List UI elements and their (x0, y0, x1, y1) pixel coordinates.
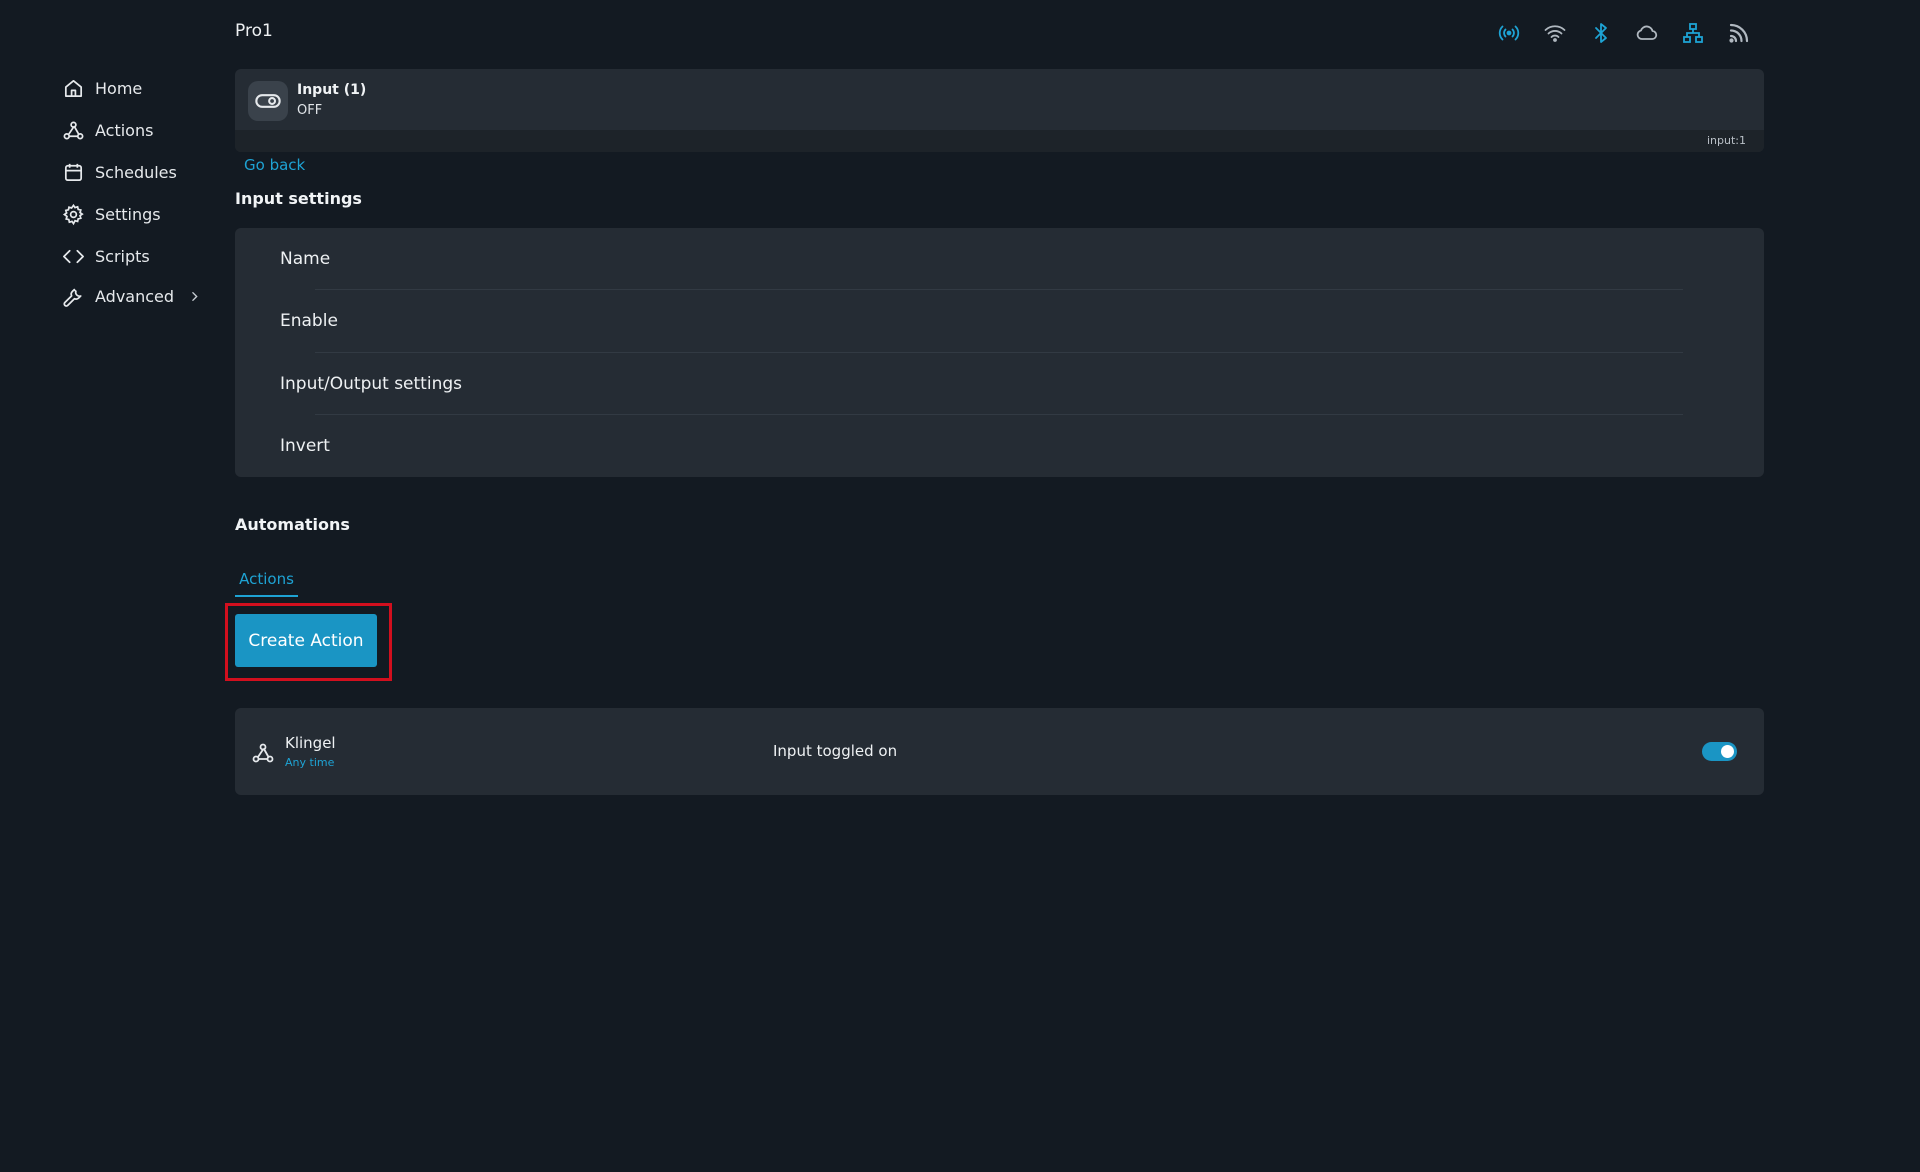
action-schedule: Any time (285, 756, 335, 769)
home-icon (64, 79, 83, 97)
input-settings-card: Name Enable Input/Output settings Invert (235, 228, 1764, 477)
sidebar-item-home[interactable]: Home (62, 73, 142, 103)
sidebar-item-settings[interactable]: Settings (62, 199, 161, 229)
input-settings-title: Input settings (235, 189, 362, 208)
setting-label: Invert (280, 436, 330, 456)
webhook-icon (252, 743, 274, 763)
setting-row-name[interactable]: Name (280, 228, 1720, 290)
device-state: OFF (297, 103, 323, 118)
create-action-button[interactable]: Create Action (235, 614, 377, 667)
setting-label: Enable (280, 311, 338, 331)
bluetooth-icon[interactable] (1588, 20, 1614, 46)
sidebar-item-label: Schedules (95, 162, 177, 182)
automations-title: Automations (235, 515, 350, 534)
action-name: Klingel (285, 734, 336, 752)
action-trigger: Input toggled on (773, 742, 898, 760)
calendar-icon (64, 163, 83, 181)
sidebar-item-schedules[interactable]: Schedules (62, 157, 177, 187)
sidebar-item-label: Home (95, 78, 143, 98)
sidebar-item-actions[interactable]: Actions (62, 115, 153, 145)
sidebar-item-label: Actions (95, 120, 154, 140)
device-name: Input (1) (297, 82, 367, 98)
toggle-knob (1721, 745, 1734, 758)
rss-icon[interactable] (1726, 20, 1752, 46)
setting-label: Name (280, 249, 331, 269)
device-id: input:1 (235, 130, 1764, 152)
ethernet-icon[interactable] (1680, 20, 1706, 46)
code-icon (63, 249, 84, 263)
action-card[interactable]: Klingel Any time Input toggled on (235, 708, 1764, 795)
tab-actions[interactable]: Actions (235, 565, 298, 597)
setting-row-enable[interactable]: Enable (280, 290, 1720, 352)
go-back-link[interactable]: Go back (244, 156, 305, 174)
action-enable-toggle[interactable] (1702, 742, 1737, 761)
setting-row-invert[interactable]: Invert (280, 415, 1720, 477)
sidebar-item-label: Scripts (95, 246, 150, 266)
page-title: Pro1 (235, 21, 273, 41)
wifi-icon[interactable] (1542, 20, 1568, 46)
sidebar: Home Actions Schedules Settings Scripts … (0, 0, 235, 1172)
sidebar-item-label: Advanced (95, 286, 175, 306)
status-icons (1496, 20, 1772, 46)
setting-label: Input/Output settings (280, 374, 462, 394)
cloud-icon[interactable] (1634, 20, 1660, 46)
setting-row-io-settings[interactable]: Input/Output settings (280, 353, 1720, 415)
toggle-icon (248, 81, 288, 121)
sidebar-item-advanced[interactable]: Advanced (62, 281, 201, 311)
device-card: Input (1) OFF input:1 (235, 69, 1764, 152)
wrench-icon (63, 288, 82, 307)
sidebar-item-label: Settings (95, 204, 161, 224)
gear-icon (62, 203, 84, 225)
webhook-icon (63, 120, 84, 140)
chevron-right-icon (192, 291, 198, 301)
sidebar-item-scripts[interactable]: Scripts (62, 241, 150, 271)
access-point-icon[interactable] (1496, 20, 1522, 46)
